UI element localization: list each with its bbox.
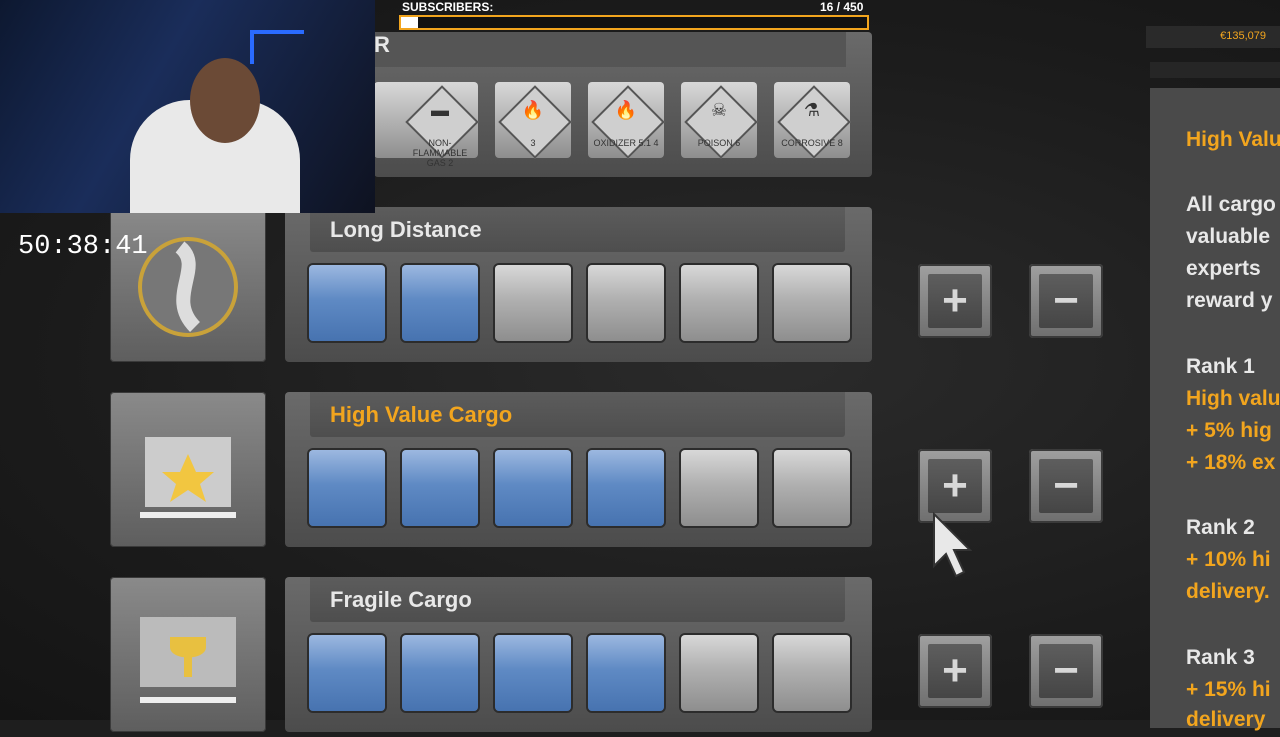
high-value-cargo-level-slot (588, 450, 664, 526)
long-distance-plus-button[interactable]: + (918, 264, 992, 338)
fragile-cargo-level-slot (681, 635, 757, 711)
info-rank-3: Rank 3 (1186, 646, 1255, 669)
high-value-cargo-level-slot (774, 450, 850, 526)
info-desc-2: valuable (1186, 225, 1271, 248)
non-flammable-gas-icon: ▬ NON-FLAMMABLE GAS 2 (402, 82, 479, 168)
fragile-cargo-skill-panel: Fragile Cargo (285, 577, 872, 732)
high-value-cargo-skill-panel: High Value Cargo (285, 392, 872, 547)
long-distance-level-slot (774, 265, 850, 341)
long-distance-level-slot (402, 265, 478, 341)
subscribers-progress-bar (399, 15, 869, 30)
info-rank-2-line-b: delivery. (1186, 580, 1270, 603)
high-value-cargo-level-slots (309, 450, 850, 526)
info-rank-1-line-a: High valu (1186, 387, 1280, 410)
high-value-cargo-level-slot (495, 450, 571, 526)
oxidizer-icon: 🔥 OXIDIZER 5.1 4 (588, 82, 665, 159)
long-distance-level-slot (681, 265, 757, 341)
fragile-cargo-minus-button[interactable]: − (1029, 634, 1103, 708)
adr-title-bar: R (374, 32, 846, 67)
fragile-cargo-level-slots (309, 635, 850, 711)
money-box: €135,079 (1146, 26, 1280, 48)
high-value-cargo-level-slot (681, 450, 757, 526)
plus-icon: + (928, 644, 982, 698)
plus-icon: + (928, 459, 982, 513)
subscribers-count: 16 / 450 (820, 0, 864, 14)
top-bar-strip (1150, 62, 1280, 78)
subscribers-label: SUBSCRIBERS: (402, 0, 494, 14)
subscribers-progress-fill (401, 17, 418, 28)
fragile-cargo-level-slot (588, 635, 664, 711)
info-rank-1: Rank 1 (1186, 355, 1255, 378)
info-rank-1-line-c: + 18% ex (1186, 451, 1276, 474)
hazard-symbol: ▬ (431, 100, 449, 120)
minus-icon: − (1039, 644, 1093, 698)
mouse-cursor-icon (933, 512, 972, 578)
stream-timer: 50:38:41 (18, 232, 148, 262)
fragile-cargo-fragile-cargo-icon (110, 577, 266, 732)
fragile-cargo-level-slot (774, 635, 850, 711)
money-value: €135,079 (1220, 30, 1266, 42)
skill-info-panel: High Valu All cargo valuable experts rew… (1150, 88, 1280, 731)
long-distance-title: Long Distance (310, 207, 845, 252)
high-value-cargo-title: High Value Cargo (310, 392, 845, 437)
fragile-cargo-title: Fragile Cargo (310, 577, 845, 622)
long-distance-minus-button[interactable]: − (1029, 264, 1103, 338)
high-value-cargo-star-cargo-icon (110, 392, 266, 547)
info-rank-3-line-b: delivery (1186, 708, 1266, 731)
info-rank-2: Rank 2 (1186, 516, 1255, 539)
plus-icon: + (928, 274, 982, 328)
long-distance-level-slot (495, 265, 571, 341)
fragile-cargo-level-slot (309, 635, 385, 711)
hazard-class-label: 3 (530, 138, 536, 148)
high-value-cargo-minus-button[interactable]: − (1029, 449, 1103, 523)
long-distance-road-icon (110, 207, 266, 362)
adr-skill-panel: R ▬ NON-FLAMMABLE GAS 2 🔥 3 🔥 OXIDIZER 5.1 4 ☠… (374, 32, 872, 177)
hazard-symbol: 🔥 (614, 100, 638, 120)
info-title: High Valu (1186, 128, 1280, 151)
long-distance-level-slot (588, 265, 664, 341)
high-value-cargo-level-slot (309, 450, 385, 526)
flammable-icon: 🔥 3 (495, 82, 572, 159)
long-distance-skill-panel: Long Distance (285, 207, 872, 362)
long-distance-level-slot (309, 265, 385, 341)
webcam-overlay (0, 0, 375, 213)
info-rank-2-line-a: + 10% hi (1186, 548, 1271, 571)
corrosive-icon: ⚗ CORROSIVE 8 (774, 82, 851, 159)
webcam-neon-light (250, 30, 304, 64)
poison-icon: ☠ POISON 6 (681, 82, 758, 159)
fragile-cargo-level-slot (402, 635, 478, 711)
hazard-symbol: 🔥 (521, 100, 545, 120)
hazard-symbol: ⚗ (803, 100, 821, 120)
high-value-cargo-level-slot (402, 450, 478, 526)
info-desc-3: experts (1186, 257, 1261, 280)
adr-title: R (374, 32, 390, 57)
hazard-class-label: NON-FLAMMABLE GAS 2 (412, 138, 468, 168)
minus-icon: − (1039, 459, 1093, 513)
info-desc-1: All cargo (1186, 193, 1276, 216)
webcam-person-head (190, 58, 260, 143)
long-distance-level-slots (309, 265, 850, 341)
hazard-class-label: OXIDIZER 5.1 4 (593, 138, 659, 148)
fragile-cargo-level-slot (495, 635, 571, 711)
hazard-class-label: CORROSIVE 8 (781, 138, 843, 148)
info-rank-1-line-b: + 5% hig (1186, 419, 1272, 442)
hazard-symbol: ☠ (710, 100, 728, 120)
minus-icon: − (1039, 274, 1093, 328)
info-rank-3-line-a: + 15% hi (1186, 678, 1271, 701)
fragile-cargo-plus-button[interactable]: + (918, 634, 992, 708)
info-desc-4: reward y (1186, 289, 1273, 312)
hazard-class-label: POISON 6 (697, 138, 741, 148)
